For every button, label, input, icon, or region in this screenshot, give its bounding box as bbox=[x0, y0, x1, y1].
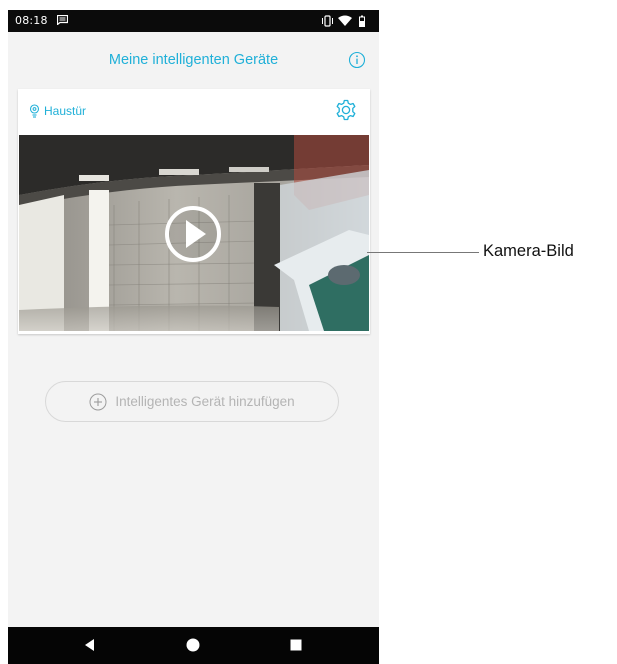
add-device-button[interactable]: Intelligentes Gerät hinzufügen bbox=[45, 381, 339, 422]
recents-icon[interactable] bbox=[287, 636, 305, 654]
device-card: Haustür bbox=[18, 89, 370, 334]
play-icon[interactable] bbox=[164, 205, 222, 263]
phone-screen: 08:18 Meine intelligenten Geräte Haustür… bbox=[8, 10, 379, 664]
device-name-row[interactable]: Haustür bbox=[29, 102, 86, 120]
status-bar: 08:18 bbox=[8, 10, 379, 32]
gear-icon[interactable] bbox=[334, 98, 358, 122]
info-icon[interactable] bbox=[348, 51, 366, 69]
status-icons bbox=[322, 15, 365, 27]
add-device-label: Intelligentes Gerät hinzufügen bbox=[115, 394, 295, 409]
callout-line bbox=[367, 252, 479, 253]
navigation-bar bbox=[8, 627, 379, 664]
page-title: Meine intelligenten Geräte bbox=[108, 52, 279, 68]
callout-label: Kamera-Bild bbox=[483, 242, 574, 260]
battery-icon bbox=[359, 15, 365, 27]
wifi-icon bbox=[338, 15, 352, 26]
vibrate-icon bbox=[322, 15, 333, 27]
camera-preview[interactable] bbox=[19, 135, 369, 331]
app-header: Meine intelligenten Geräte bbox=[8, 32, 379, 88]
device-name: Haustür bbox=[44, 104, 87, 118]
bulb-pin-icon bbox=[29, 104, 40, 118]
message-icon bbox=[57, 15, 68, 25]
status-time: 08:18 bbox=[15, 14, 48, 27]
plus-circle-icon bbox=[89, 393, 107, 410]
home-icon[interactable] bbox=[184, 636, 202, 654]
back-icon[interactable] bbox=[81, 636, 99, 654]
